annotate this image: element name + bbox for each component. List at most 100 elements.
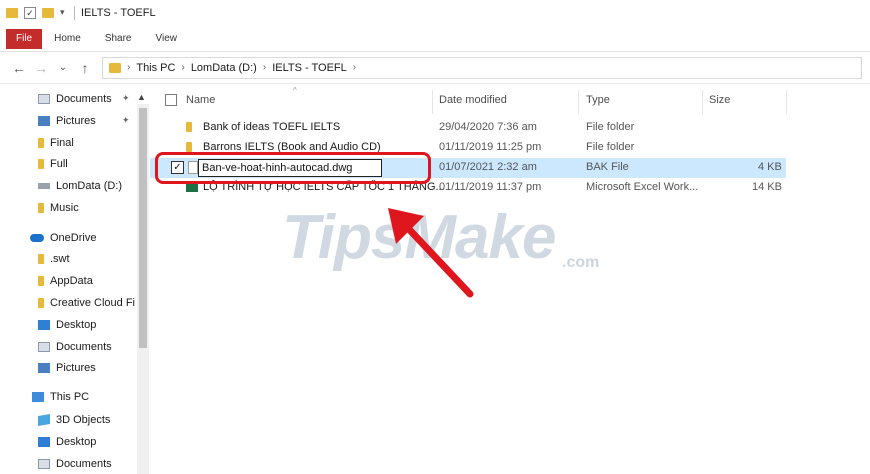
arrow-annotation-icon [388,208,474,298]
pictures-icon [38,363,50,373]
sidebar-item-label: Documents [56,341,112,353]
recent-locations-chevron-icon[interactable]: ⌄ [52,62,74,73]
chevron-right-icon[interactable]: › [127,62,130,73]
folder-icon [38,138,44,148]
sidebar-item-swt[interactable]: .swt [38,249,70,269]
select-all-checkbox[interactable] [165,94,177,106]
sidebar-item-documents[interactable]: Documents [38,89,112,109]
highlight-box [155,152,431,184]
sidebar-item-desktop[interactable]: Desktop [38,315,96,335]
sidebar-item-music[interactable]: Music [38,198,79,218]
sidebar-item-creative-cloud[interactable]: Creative Cloud Fi [38,293,135,313]
title-bar: ✓ ▾ IELTS - TOEFL [0,0,870,26]
breadcrumb-ielts-toefl[interactable]: IELTS - TOEFL [272,62,347,74]
folder-icon [38,298,44,308]
sidebar-item-label: Desktop [56,319,97,331]
tab-view[interactable]: View [144,29,190,49]
sidebar-item-label: Pictures [56,115,96,127]
chevron-right-icon[interactable]: › [181,62,184,73]
sidebar-item-desktop[interactable]: Desktop [38,432,96,452]
column-header-date[interactable]: Date modified [439,94,507,106]
sidebar-item-label: 3D Objects [56,414,111,426]
breadcrumb[interactable]: › This PC › LomData (D:) › IELTS - TOEFL… [102,56,862,79]
breadcrumb-lomdata[interactable]: LomData (D:) [191,62,257,74]
column-header-name[interactable]: Name [186,94,215,106]
checkbox-toolbar-icon[interactable]: ✓ [24,7,36,19]
file-type: Microsoft Excel Work... [586,181,699,193]
file-size: 14 KB [752,181,782,193]
sidebar-item-this-pc[interactable]: This PC [32,387,89,407]
sidebar-item-lomdata[interactable]: LomData (D:) [38,176,122,196]
pc-icon [32,392,44,402]
sidebar-item-pictures[interactable]: Pictures [38,111,96,131]
file-type: File folder [586,141,635,153]
column-divider[interactable] [578,90,579,114]
folder-icon [6,8,18,18]
title-separator [74,6,75,20]
file-type: File folder [586,121,635,133]
sidebar-item-label: .swt [50,253,70,265]
tab-file[interactable]: File [6,28,43,49]
sidebar-item-label: Full [50,158,68,170]
sidebar-item-label: Final [50,137,74,149]
pictures-icon [38,116,50,126]
quick-access-dropdown-icon[interactable]: ▾ [60,7,68,19]
table-row[interactable]: Bank of ideas TOEFL IELTS 29/04/2020 7:3… [150,118,786,138]
sidebar-item-final[interactable]: Final [38,133,74,153]
watermark-suffix: .com [562,254,600,271]
column-divider[interactable] [702,90,703,114]
folder-icon [186,122,192,132]
documents-icon [38,94,50,104]
sidebar-item-label: OneDrive [50,232,97,244]
column-header-type[interactable]: Type [586,94,610,106]
sidebar-item-full[interactable]: Full [38,154,68,174]
desktop-icon [38,320,50,330]
chevron-right-icon[interactable]: › [353,62,356,73]
file-type: BAK File [586,161,629,173]
folder-icon [38,276,44,286]
folder-icon [109,62,121,73]
sort-indicator-icon: ^ [293,86,297,95]
desktop-icon [38,437,50,447]
back-arrow-icon[interactable]: ← [8,60,30,76]
sidebar-item-label: This PC [50,391,90,403]
sidebar-item-appdata[interactable]: AppData [38,271,93,291]
pin-icon[interactable]: ✦ [122,115,130,126]
folder-icon [38,254,44,264]
sidebar-item-documents[interactable]: Documents [38,454,112,474]
sidebar-item-label: Music [50,202,79,214]
sidebar-item-3d-objects[interactable]: 3D Objects [38,410,110,430]
folder-icon [38,203,44,213]
file-name: Bank of ideas TOEFL IELTS [203,121,341,133]
forward-arrow-icon[interactable]: → [30,60,52,76]
column-divider[interactable] [432,90,433,114]
sidebar-item-onedrive[interactable]: OneDrive [30,228,96,248]
tab-home[interactable]: Home [42,29,93,49]
sidebar-item-label: Documents [56,458,112,470]
new-folder-icon[interactable] [42,8,54,18]
3d-objects-icon [38,413,50,427]
file-date: 01/11/2019 11:37 pm [439,181,542,193]
onedrive-icon [30,234,44,242]
scroll-up-icon[interactable]: ▲ [137,92,146,102]
sidebar-item-label: Desktop [56,436,97,448]
sidebar-item-pictures[interactable]: Pictures [38,358,96,378]
chevron-right-icon[interactable]: › [263,62,266,73]
drive-icon [38,183,50,189]
column-header-size[interactable]: Size [709,94,730,106]
breadcrumb-this-pc[interactable]: This PC [136,62,175,74]
documents-icon [38,459,50,469]
up-arrow-icon[interactable]: ↑ [74,60,96,76]
tab-share[interactable]: Share [93,29,144,49]
sidebar-item-label: Creative Cloud Fi [50,297,135,309]
pin-icon[interactable]: ✦ [122,93,130,104]
file-list: ^ Name Date modified Type Size Bank of i… [150,84,870,474]
address-bar: ← → ⌄ ↑ › This PC › LomData (D:) › IELTS… [0,52,870,84]
file-date: 01/07/2021 2:32 am [439,161,537,173]
file-date: 29/04/2020 7:36 am [439,121,537,133]
ribbon-tabs: File Home Share View [0,26,870,52]
sidebar-item-documents[interactable]: Documents [38,337,112,357]
sidebar-scrollbar-thumb[interactable] [139,108,147,348]
column-divider[interactable] [786,90,787,114]
sidebar-item-label: LomData (D:) [56,180,123,192]
